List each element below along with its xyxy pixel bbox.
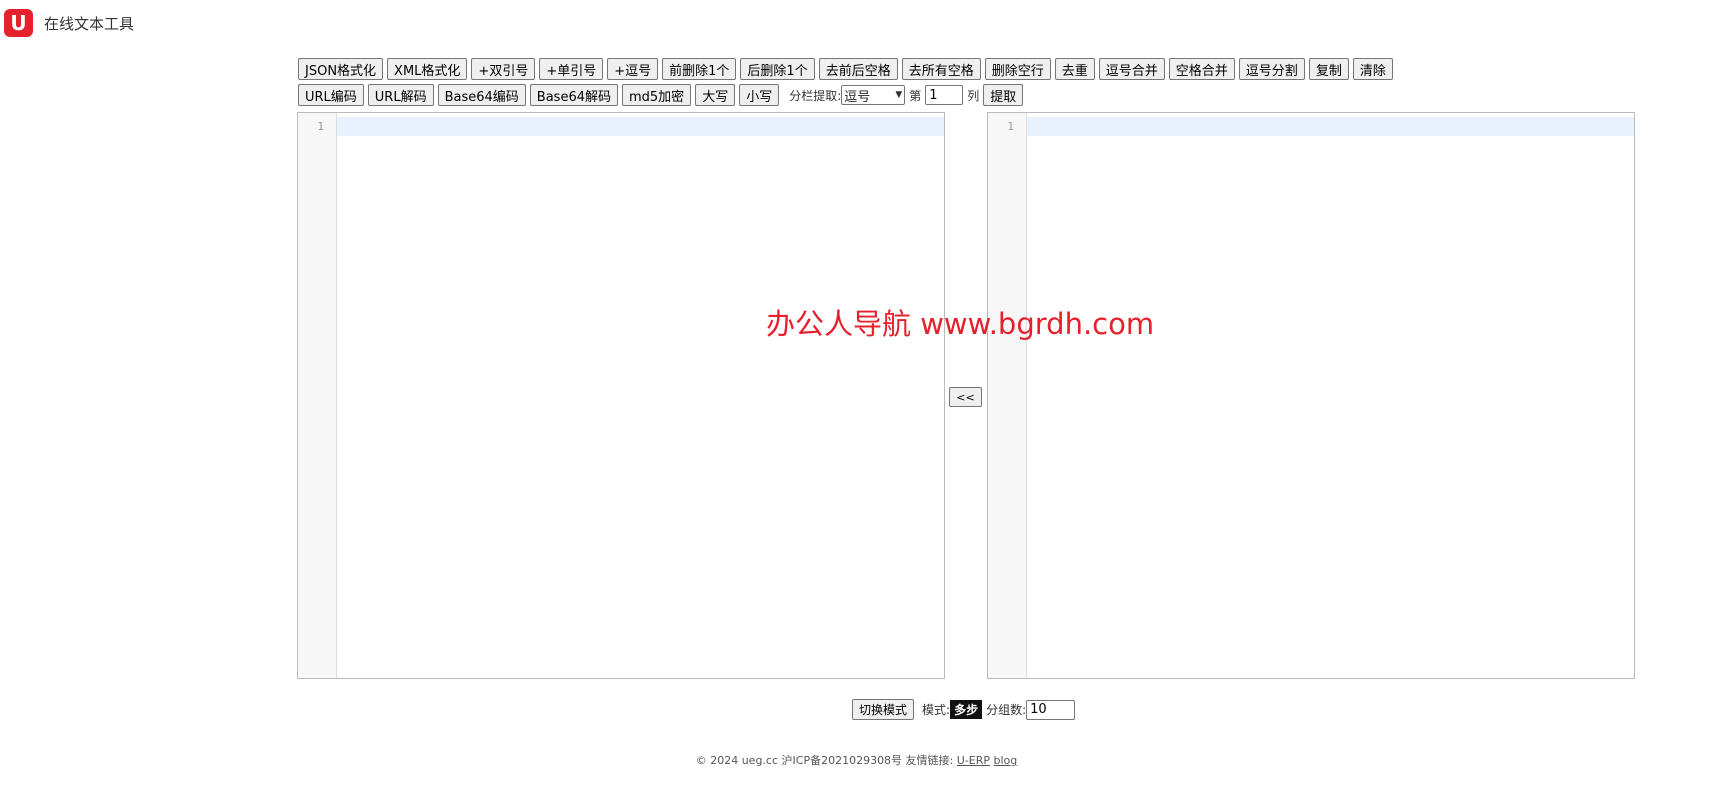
app-title: 在线文本工具	[44, 14, 135, 33]
xml-format-button[interactable]: XML格式化	[387, 58, 468, 80]
delete-last-char-button[interactable]: 后删除1个	[740, 58, 815, 80]
input-editor[interactable]: 1	[297, 112, 945, 679]
toolbar-row-2: URL编码 URL解码 Base64编码 Base64解码 md5加密 大写 小写 分栏提取…	[298, 84, 1024, 106]
delete-empty-lines-button[interactable]: 删除空行	[984, 58, 1051, 80]
page-footer: © 2024 ueg.cc 沪ICP备2021029308号 友情链接: U-E…	[0, 752, 1713, 768]
dedupe-button[interactable]: 去重	[1054, 58, 1095, 80]
toggle-mode-button[interactable]: 切换模式	[852, 699, 915, 720]
add-comma-button[interactable]: +逗号	[607, 58, 659, 80]
comma-merge-button[interactable]: 逗号合并	[1098, 58, 1165, 80]
base64-decode-button[interactable]: Base64解码	[529, 84, 618, 106]
add-single-quote-button[interactable]: +单引号	[539, 58, 604, 80]
column-prefix-label: 第	[909, 88, 922, 103]
md5-encrypt-button[interactable]: md5加密	[622, 84, 692, 106]
blog-link[interactable]: blog	[994, 754, 1018, 767]
column-number-input[interactable]	[925, 85, 964, 105]
trim-spaces-button[interactable]: 去前后空格	[818, 58, 898, 80]
toolbar-row-1: JSON格式化 XML格式化 +双引号 +单引号 +逗号 前删除1个 后删除1个 去前后空格去…	[298, 58, 1393, 80]
mode-label: 模式:	[922, 703, 951, 717]
column-extract-label: 分栏提取:	[789, 88, 842, 103]
line-number-gutter: 1	[988, 113, 1027, 678]
app-header: U 在线文本工具	[4, 9, 134, 37]
delimiter-select-value: 逗号	[844, 89, 871, 105]
copy-button[interactable]: 复制	[1308, 58, 1349, 80]
extract-button[interactable]: 提取	[983, 84, 1024, 106]
mode-value: 多步	[950, 700, 983, 719]
line-number-gutter: 1	[298, 113, 337, 678]
app-logo[interactable]: U	[4, 9, 33, 37]
delimiter-select[interactable]: 逗号 ▼	[841, 85, 906, 105]
comma-split-button[interactable]: 逗号分割	[1238, 58, 1305, 80]
copy-back-button[interactable]: <<	[949, 387, 982, 407]
active-line-highlight	[337, 117, 944, 136]
remove-all-spaces-button[interactable]: 去所有空格	[901, 58, 981, 80]
url-encode-button[interactable]: URL编码	[298, 84, 364, 106]
delete-first-char-button[interactable]: 前删除1个	[662, 58, 737, 80]
base64-encode-button[interactable]: Base64编码	[437, 84, 526, 106]
chevron-down-icon: ▼	[895, 90, 903, 100]
line-number: 1	[1007, 120, 1014, 133]
u-erp-link[interactable]: U-ERP	[957, 754, 990, 767]
mode-bar: 切换模式 模式: 多步 分组数:	[852, 699, 1076, 720]
output-editor[interactable]: 1	[987, 112, 1635, 679]
url-decode-button[interactable]: URL解码	[367, 84, 434, 106]
space-merge-button[interactable]: 空格合并	[1168, 58, 1235, 80]
watermark-text: 办公人导航 www.bgrdh.com	[766, 307, 1155, 341]
add-double-quote-button[interactable]: +双引号	[471, 58, 536, 80]
column-suffix-label: 列	[967, 88, 980, 103]
clear-button[interactable]: 清除	[1352, 58, 1393, 80]
uppercase-button[interactable]: 大写	[695, 84, 736, 106]
lowercase-button[interactable]: 小写	[739, 84, 780, 106]
copyright-text: © 2024 ueg.cc 沪ICP备2021029308号 友情链接:	[695, 754, 954, 767]
json-format-button[interactable]: JSON格式化	[298, 58, 384, 80]
line-number: 1	[317, 120, 324, 133]
group-count-label: 分组数:	[986, 703, 1027, 717]
active-line-highlight	[1027, 117, 1634, 136]
group-count-input[interactable]	[1026, 699, 1076, 720]
